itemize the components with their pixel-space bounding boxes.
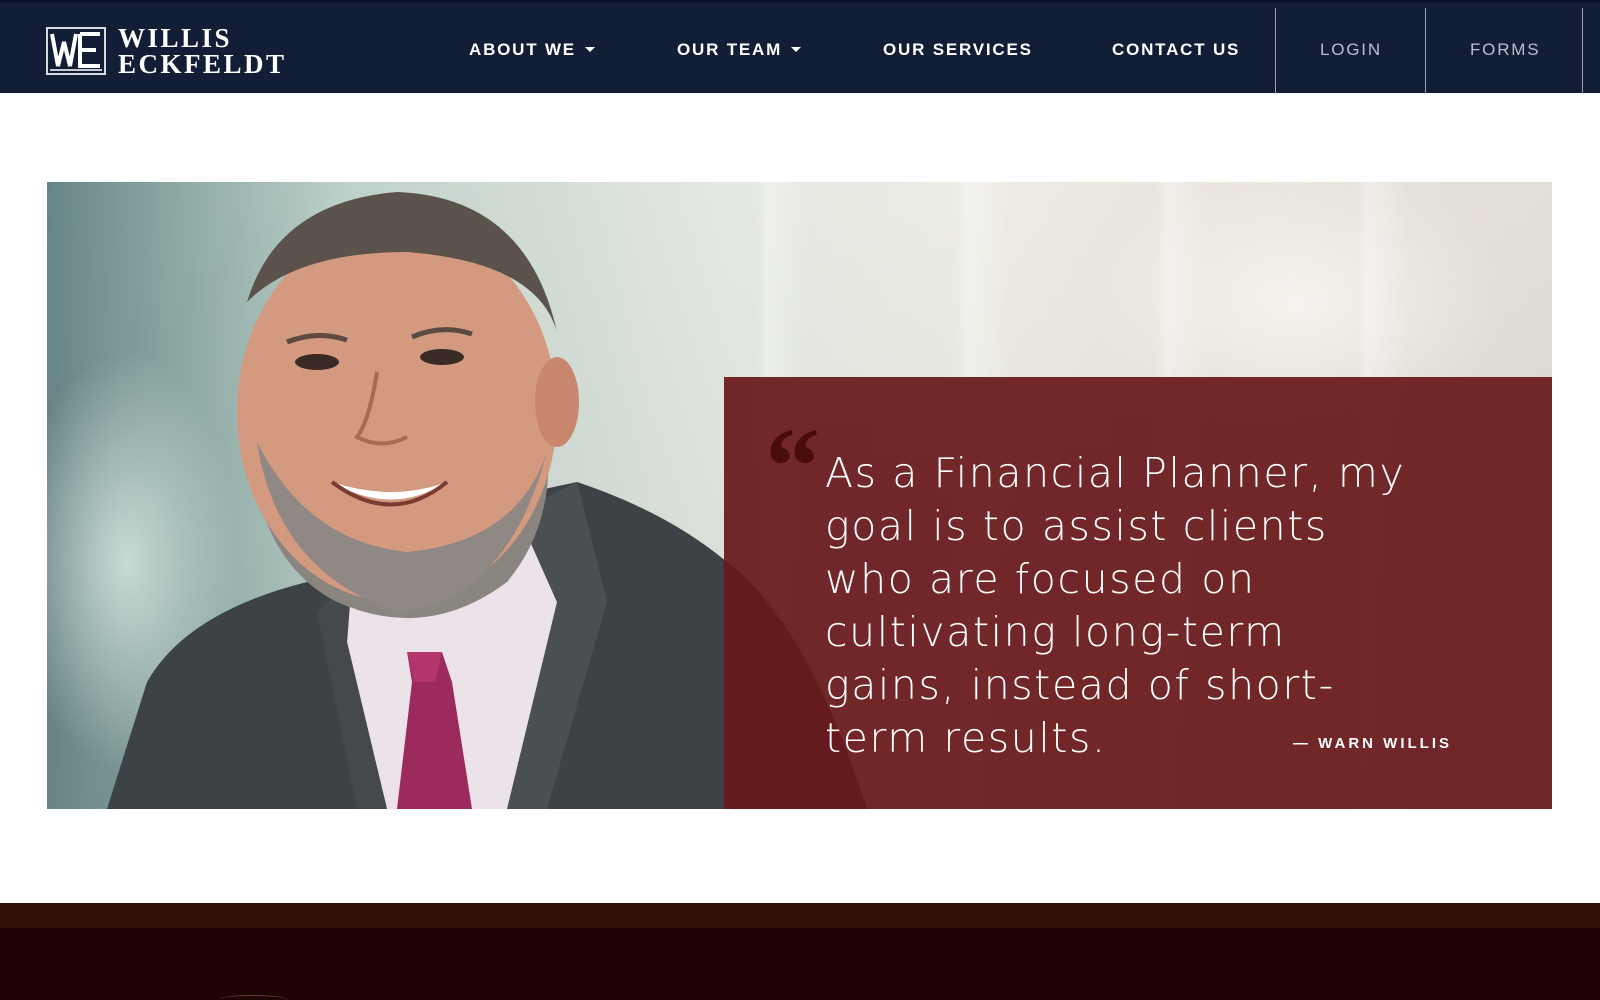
nav-forms-label: FORMS bbox=[1470, 39, 1541, 59]
nav-contact-us-label: CONTACT US bbox=[1112, 39, 1241, 59]
nav-our-services-label: OUR SERVICES bbox=[883, 39, 1033, 59]
chevron-down-icon bbox=[584, 47, 595, 52]
nav-forms[interactable]: FORMS bbox=[1470, 3, 1540, 96]
nav-login[interactable]: LOGIN bbox=[1320, 3, 1382, 96]
testimonial-quote: As a Financial Planner, my goal is to as… bbox=[825, 449, 1406, 762]
quote-mark-icon: “ bbox=[765, 405, 820, 527]
brand-name-line2: ECKFELDT bbox=[118, 49, 287, 79]
nav-our-services[interactable]: OUR SERVICES bbox=[883, 3, 1033, 96]
nav-divider bbox=[1275, 8, 1276, 94]
brand-name-line1: WILLIS bbox=[118, 23, 233, 53]
circle-arc-icon bbox=[218, 995, 288, 1000]
brand-logo[interactable]: WILLIS ECKFELDT bbox=[46, 23, 287, 79]
nav-login-label: LOGIN bbox=[1320, 39, 1382, 59]
chevron-down-icon bbox=[791, 47, 802, 52]
top-navigation: WILLIS ECKFELDT ABOUT WE OUR TEAM OUR SE… bbox=[0, 0, 1600, 96]
quote-panel: “ As a Financial Planner, my goal is to … bbox=[724, 377, 1552, 809]
nav-about-we[interactable]: ABOUT WE bbox=[469, 3, 595, 96]
nav-contact-us[interactable]: CONTACT US bbox=[1112, 3, 1240, 96]
nav-divider bbox=[1582, 8, 1583, 94]
footer-band-top bbox=[0, 903, 1600, 928]
nav-divider bbox=[1425, 8, 1426, 94]
nav-about-we-label: ABOUT WE bbox=[469, 39, 576, 59]
nav-our-team-label: OUR TEAM bbox=[677, 39, 783, 59]
we-monogram-icon bbox=[46, 27, 106, 75]
hero-testimonial: “ As a Financial Planner, my goal is to … bbox=[47, 182, 1552, 809]
footer-band bbox=[0, 928, 1600, 1000]
brand-name: WILLIS ECKFELDT bbox=[118, 23, 287, 79]
nav-our-team[interactable]: OUR TEAM bbox=[677, 3, 802, 96]
testimonial-author: — WARN WILLIS bbox=[1293, 735, 1452, 752]
